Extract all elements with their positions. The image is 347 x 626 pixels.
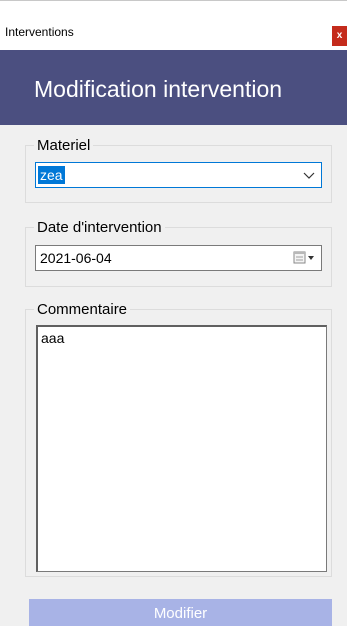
page-title: Modification intervention [34,76,283,102]
header-banner: Modification intervention [0,50,347,125]
interventions-window: Interventions x Modification interventio… [0,0,347,626]
materiel-value: zea [38,166,65,184]
materiel-combobox[interactable]: zea [35,162,322,188]
form-panel: Materiel zea Date d'intervention 2021-06… [0,125,347,626]
window-title: Interventions [5,25,74,39]
comment-group: Commentaire aaa [25,301,332,577]
date-label: Date d'intervention [34,219,165,236]
date-value: 2021-06-04 [40,250,112,266]
materiel-group: Materiel zea [25,137,332,203]
close-button[interactable]: x [332,26,347,46]
comment-textarea[interactable]: aaa [36,325,327,572]
date-picker[interactable]: 2021-06-04 [35,245,322,271]
title-bar: Interventions x [0,0,347,50]
calendar-icon[interactable] [293,250,315,266]
date-group: Date d'intervention 2021-06-04 [25,219,332,287]
comment-label: Commentaire [34,301,131,318]
chevron-down-icon[interactable] [303,167,315,183]
modify-button[interactable]: Modifier [29,599,332,626]
materiel-label: Materiel [34,137,94,154]
